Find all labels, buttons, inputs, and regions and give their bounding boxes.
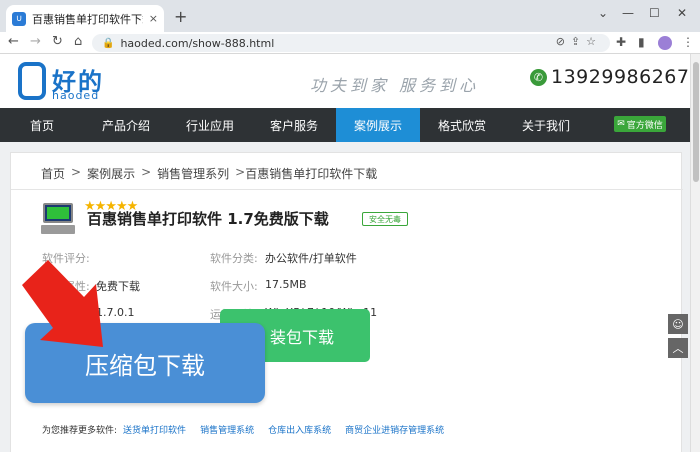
zip-download-button[interactable]: 压缩包下载 <box>25 323 265 403</box>
recommend-link[interactable]: 送货单打印软件 <box>123 423 186 436</box>
browser-tab-bar: ∪ 百惠销售单打印软件下载 送货开单… × + ⌄ — ☐ ✕ <box>0 0 700 32</box>
nav-item-about[interactable]: 关于我们 <box>504 108 588 142</box>
recommend-link[interactable]: 仓库出入库系统 <box>268 423 331 436</box>
browser-tab[interactable]: ∪ 百惠销售单打印软件下载 送货开单… × <box>6 5 164 32</box>
breadcrumb-series[interactable]: 销售管理系列 <box>157 165 229 182</box>
nav-item-products[interactable]: 产品介绍 <box>84 108 168 142</box>
site-slogan: 功夫到家 服务到心 <box>310 76 480 95</box>
url-text: haoded.com/show-888.html <box>120 36 275 50</box>
size-value: 17.5MB <box>265 278 307 291</box>
content-panel: 首页 > 案例展示 > 销售管理系列 > 百惠销售单打印软件下载 百惠销售单打印… <box>10 152 683 452</box>
scrollbar-thumb[interactable] <box>693 62 699 182</box>
version-value: 1.7.0.1 <box>96 306 135 319</box>
nav-item-industry[interactable]: 行业应用 <box>168 108 252 142</box>
phone-contact: ✆ 13929986267 <box>530 66 689 88</box>
wechat-icon: ✉ <box>617 119 625 129</box>
phone-number: 13929986267 <box>551 66 690 88</box>
home-icon[interactable]: ⌂ <box>74 34 82 49</box>
nav-item-cases[interactable]: 案例展示 <box>336 108 420 142</box>
recommend-link[interactable]: 销售管理系统 <box>200 423 254 436</box>
breadcrumb-home[interactable]: 首页 <box>41 165 65 182</box>
breadcrumb: 首页 > 案例展示 > 销售管理系列 > 百惠销售单打印软件下载 <box>41 165 377 182</box>
omnibox-actions-icon[interactable]: ⊘⇪☆ <box>556 35 602 48</box>
software-monitor-icon <box>41 201 75 235</box>
wechat-label: 官方微信 <box>626 120 663 131</box>
rating-stars-icon: ★★★★★ <box>84 199 138 214</box>
recommend-bar: 为您推荐更多软件: 送货单打印软件 销售管理系统 仓库出入库系统 商贸企业进销存… <box>42 423 444 436</box>
lock-icon: 🔒 <box>102 37 115 49</box>
site-header: 好的 haoded 功夫到家 服务到心 ✆ 13929986267 <box>0 54 690 108</box>
tab-search-icon[interactable]: ⌄ <box>598 6 608 20</box>
breadcrumb-sep: > <box>71 165 82 179</box>
back-to-top-icon[interactable]: ︿ <box>668 338 688 358</box>
maximize-button[interactable]: ☐ <box>649 6 660 20</box>
category-value: 办公软件/打单软件 <box>265 252 357 265</box>
url-field[interactable]: 🔒 haoded.com/show-888.html ⊘⇪☆ <box>92 34 610 52</box>
back-icon[interactable]: ← <box>8 34 19 49</box>
nav-item-formats[interactable]: 格式欣赏 <box>420 108 504 142</box>
close-window-button[interactable]: ✕ <box>677 6 687 20</box>
reload-icon[interactable]: ↻ <box>52 34 63 49</box>
page-scrollbar[interactable] <box>690 54 700 452</box>
forward-icon[interactable]: → <box>30 34 41 49</box>
divider <box>11 189 683 190</box>
nav-item-home[interactable]: 首页 <box>0 108 84 142</box>
safe-badge: 安全无毒 <box>362 212 408 226</box>
category-label: 软件分类: <box>210 252 258 265</box>
size-label: 软件大小: <box>210 280 258 293</box>
address-bar-row: ← → ↻ ⌂ 🔒 haoded.com/show-888.html ⊘⇪☆ <box>0 32 700 54</box>
attr-label: 软件属性: <box>42 280 90 293</box>
recommend-link[interactable]: 商贸企业进销存管理系统 <box>345 423 444 436</box>
breadcrumb-current: 百惠销售单打印软件下载 <box>245 167 378 181</box>
phone-icon: ✆ <box>530 68 547 86</box>
nav-item-service[interactable]: 客户服务 <box>252 108 336 142</box>
recommend-label: 为您推荐更多软件: <box>42 426 118 436</box>
sidepanel-icon[interactable]: ▮ <box>638 35 645 49</box>
minimize-button[interactable]: — <box>622 6 634 20</box>
qq-service-icon[interactable]: ☺ <box>668 314 688 334</box>
breadcrumb-sep: > <box>235 165 246 179</box>
breadcrumb-cases[interactable]: 案例展示 <box>87 165 135 182</box>
new-tab-button[interactable]: + <box>174 7 187 26</box>
tab-title: 百惠销售单打印软件下载 送货开单… <box>32 12 143 26</box>
extensions-icon[interactable]: ✚ <box>616 35 626 49</box>
tab-close-icon[interactable]: × <box>149 12 158 25</box>
attr-value: 免费下载 <box>96 280 140 293</box>
main-nav: 首页 产品介绍 行业应用 客户服务 案例展示 格式欣赏 关于我们 <box>0 108 690 142</box>
breadcrumb-sep: > <box>141 165 152 179</box>
site-logo[interactable]: 好的 haoded <box>18 62 108 102</box>
browser-menu-icon[interactable]: ⋮ <box>682 35 694 49</box>
site-favicon-icon: ∪ <box>12 11 26 26</box>
wechat-button[interactable]: ✉ 官方微信 <box>614 116 666 132</box>
side-tools: ☺ ︿ <box>668 314 688 362</box>
rating-label: 软件评分: <box>42 252 90 265</box>
logo-english: haoded <box>52 89 100 102</box>
logo-mark-icon <box>18 62 46 100</box>
profile-avatar[interactable] <box>658 36 672 50</box>
